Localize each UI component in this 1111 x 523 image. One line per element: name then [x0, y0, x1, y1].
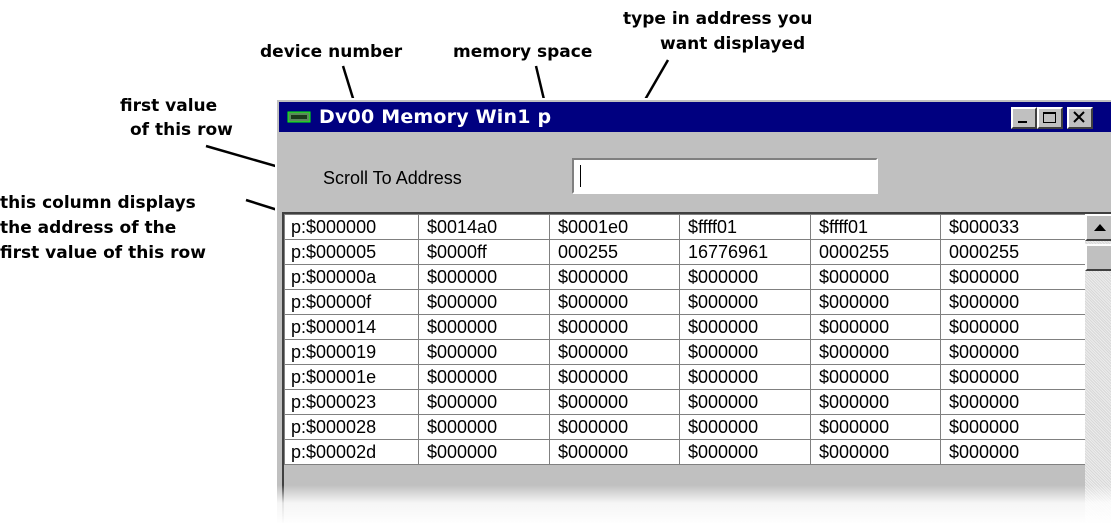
table-row: p:$000000 $0014a0 $0001e0 $ffff01 $ffff01 $00…: [284, 214, 1086, 240]
annotation-type-address-2: want displayed: [660, 34, 806, 54]
memory-value-cell[interactable]: $000000: [810, 414, 941, 440]
memory-value-cell[interactable]: $000000: [549, 339, 680, 365]
memory-value-cell[interactable]: $000000: [810, 364, 941, 390]
memory-value-cell[interactable]: $000000: [418, 439, 550, 465]
memory-value-cell[interactable]: $ffff01: [810, 214, 941, 240]
memory-value-cell[interactable]: $000000: [940, 314, 1086, 340]
memory-value-cell[interactable]: $000000: [549, 439, 680, 465]
scroll-thumb[interactable]: [1085, 244, 1111, 271]
memory-table: p:$000000 $0014a0 $0001e0 $ffff01 $ffff01 $00…: [284, 214, 1086, 465]
memory-value-cell[interactable]: $0014a0: [418, 214, 550, 240]
scroll-to-address-input[interactable]: [572, 158, 878, 194]
memory-value-cell[interactable]: $000000: [418, 264, 550, 290]
scroll-to-address-label: Scroll To Address: [323, 168, 462, 188]
memory-value-cell[interactable]: 0000255: [940, 239, 1086, 265]
memory-value-cell[interactable]: $000000: [418, 289, 550, 315]
annotation-column-3: first value of this row: [0, 243, 206, 263]
row-address-cell[interactable]: p:$00000a: [284, 264, 419, 290]
table-row: p:$000019 $000000 $000000 $000000 $000000 $00…: [284, 339, 1086, 365]
memory-value-cell[interactable]: $000000: [940, 439, 1086, 465]
window-title: Dv00 Memory Win1 p: [319, 106, 552, 128]
vertical-scrollbar[interactable]: [1085, 214, 1111, 523]
memory-value-cell[interactable]: $0000ff: [418, 239, 550, 265]
memory-value-cell[interactable]: $000000: [810, 339, 941, 365]
memory-value-cell[interactable]: $000000: [549, 364, 680, 390]
memory-value-cell[interactable]: $000000: [810, 389, 941, 415]
memory-value-cell[interactable]: $000000: [940, 414, 1086, 440]
memory-value-cell[interactable]: $000000: [679, 414, 811, 440]
memory-value-cell[interactable]: $000000: [418, 364, 550, 390]
table-row: p:$00002d $000000 $000000 $000000 $000000 $00…: [284, 439, 1086, 465]
memory-value-cell[interactable]: $000000: [940, 289, 1086, 315]
table-row: p:$00001e $000000 $000000 $000000 $000000 $00…: [284, 364, 1086, 390]
arrow-up-icon: [1094, 224, 1106, 231]
row-address-cell[interactable]: p:$00001e: [284, 364, 419, 390]
row-address-cell[interactable]: p:$000028: [284, 414, 419, 440]
memory-value-cell[interactable]: $000000: [418, 339, 550, 365]
annotation-first-value-2: of this row: [130, 120, 233, 140]
memory-value-cell[interactable]: 0000255: [810, 239, 941, 265]
memory-value-cell[interactable]: $ffff01: [679, 214, 811, 240]
memory-value-cell[interactable]: $000000: [940, 264, 1086, 290]
memory-value-cell[interactable]: $000000: [810, 289, 941, 315]
annotation-first-value-1: first value: [120, 96, 218, 116]
memory-value-cell[interactable]: $000000: [940, 364, 1086, 390]
memory-window: Dv00 Memory Win1 p Scroll To Address p:$…: [275, 98, 1111, 523]
memory-value-cell[interactable]: $000000: [679, 339, 811, 365]
memory-value-cell[interactable]: $000000: [940, 389, 1086, 415]
row-address-cell[interactable]: p:$00002d: [284, 439, 419, 465]
memory-value-cell[interactable]: $0001e0: [549, 214, 680, 240]
memory-value-cell[interactable]: $000000: [549, 289, 680, 315]
maximize-button[interactable]: [1037, 107, 1063, 129]
table-row: p:$00000a $000000 $000000 $000000 $000000 $00…: [284, 264, 1086, 290]
memory-value-cell[interactable]: $000000: [418, 314, 550, 340]
text-caret: [580, 165, 581, 187]
memory-value-cell[interactable]: 000255: [549, 239, 680, 265]
annotation-memory-space: memory space: [453, 42, 593, 62]
row-address-cell[interactable]: p:$000005: [284, 239, 419, 265]
minimize-icon: [1018, 121, 1027, 123]
table-row: p:$000014 $000000 $000000 $000000 $000000 $00…: [284, 314, 1086, 340]
memory-value-cell[interactable]: $000000: [679, 264, 811, 290]
memory-value-cell[interactable]: $000000: [549, 389, 680, 415]
annotation-column-2: the address of the: [0, 218, 177, 238]
device-app-icon: [287, 111, 311, 123]
memory-value-cell[interactable]: $000000: [810, 314, 941, 340]
memory-value-cell[interactable]: 16776961: [679, 239, 811, 265]
table-row: p:$00000f $000000 $000000 $000000 $000000 $00…: [284, 289, 1086, 315]
minimize-button[interactable]: [1011, 107, 1037, 129]
row-address-cell[interactable]: p:$000023: [284, 389, 419, 415]
row-address-cell[interactable]: p:$00000f: [284, 289, 419, 315]
row-address-cell[interactable]: p:$000014: [284, 314, 419, 340]
memory-value-cell[interactable]: $000000: [810, 439, 941, 465]
scroll-up-button[interactable]: [1085, 214, 1111, 241]
bottom-fade-overlay: [277, 485, 1111, 523]
memory-value-cell[interactable]: $000000: [940, 339, 1086, 365]
memory-value-cell[interactable]: $000000: [679, 389, 811, 415]
memory-value-cell[interactable]: $000000: [549, 264, 680, 290]
table-row: p:$000023 $000000 $000000 $000000 $000000 $00…: [284, 389, 1086, 415]
close-icon: [1073, 111, 1085, 123]
memory-value-cell[interactable]: $000000: [679, 364, 811, 390]
table-row: p:$000028 $000000 $000000 $000000 $000000 $00…: [284, 414, 1086, 440]
memory-value-cell[interactable]: $000000: [549, 414, 680, 440]
memory-value-cell[interactable]: $000000: [810, 264, 941, 290]
memory-value-cell[interactable]: $000000: [679, 439, 811, 465]
row-address-cell[interactable]: p:$000019: [284, 339, 419, 365]
memory-value-cell[interactable]: $000000: [418, 414, 550, 440]
annotation-type-address-1: type in address you: [623, 9, 813, 29]
title-bar[interactable]: Dv00 Memory Win1 p: [279, 102, 1111, 132]
memory-value-cell[interactable]: $000000: [549, 314, 680, 340]
memory-value-cell[interactable]: $000033: [940, 214, 1086, 240]
memory-value-cell[interactable]: $000000: [679, 289, 811, 315]
memory-value-cell[interactable]: $000000: [418, 389, 550, 415]
maximize-icon: [1043, 112, 1056, 123]
row-address-cell[interactable]: p:$000000: [284, 214, 419, 240]
annotation-column-1: this column displays: [0, 193, 196, 213]
close-button[interactable]: [1067, 107, 1093, 129]
annotation-device-number: device number: [260, 42, 403, 62]
memory-value-cell[interactable]: $000000: [679, 314, 811, 340]
table-row: p:$000005 $0000ff 000255 16776961 0000255 000…: [284, 239, 1086, 265]
